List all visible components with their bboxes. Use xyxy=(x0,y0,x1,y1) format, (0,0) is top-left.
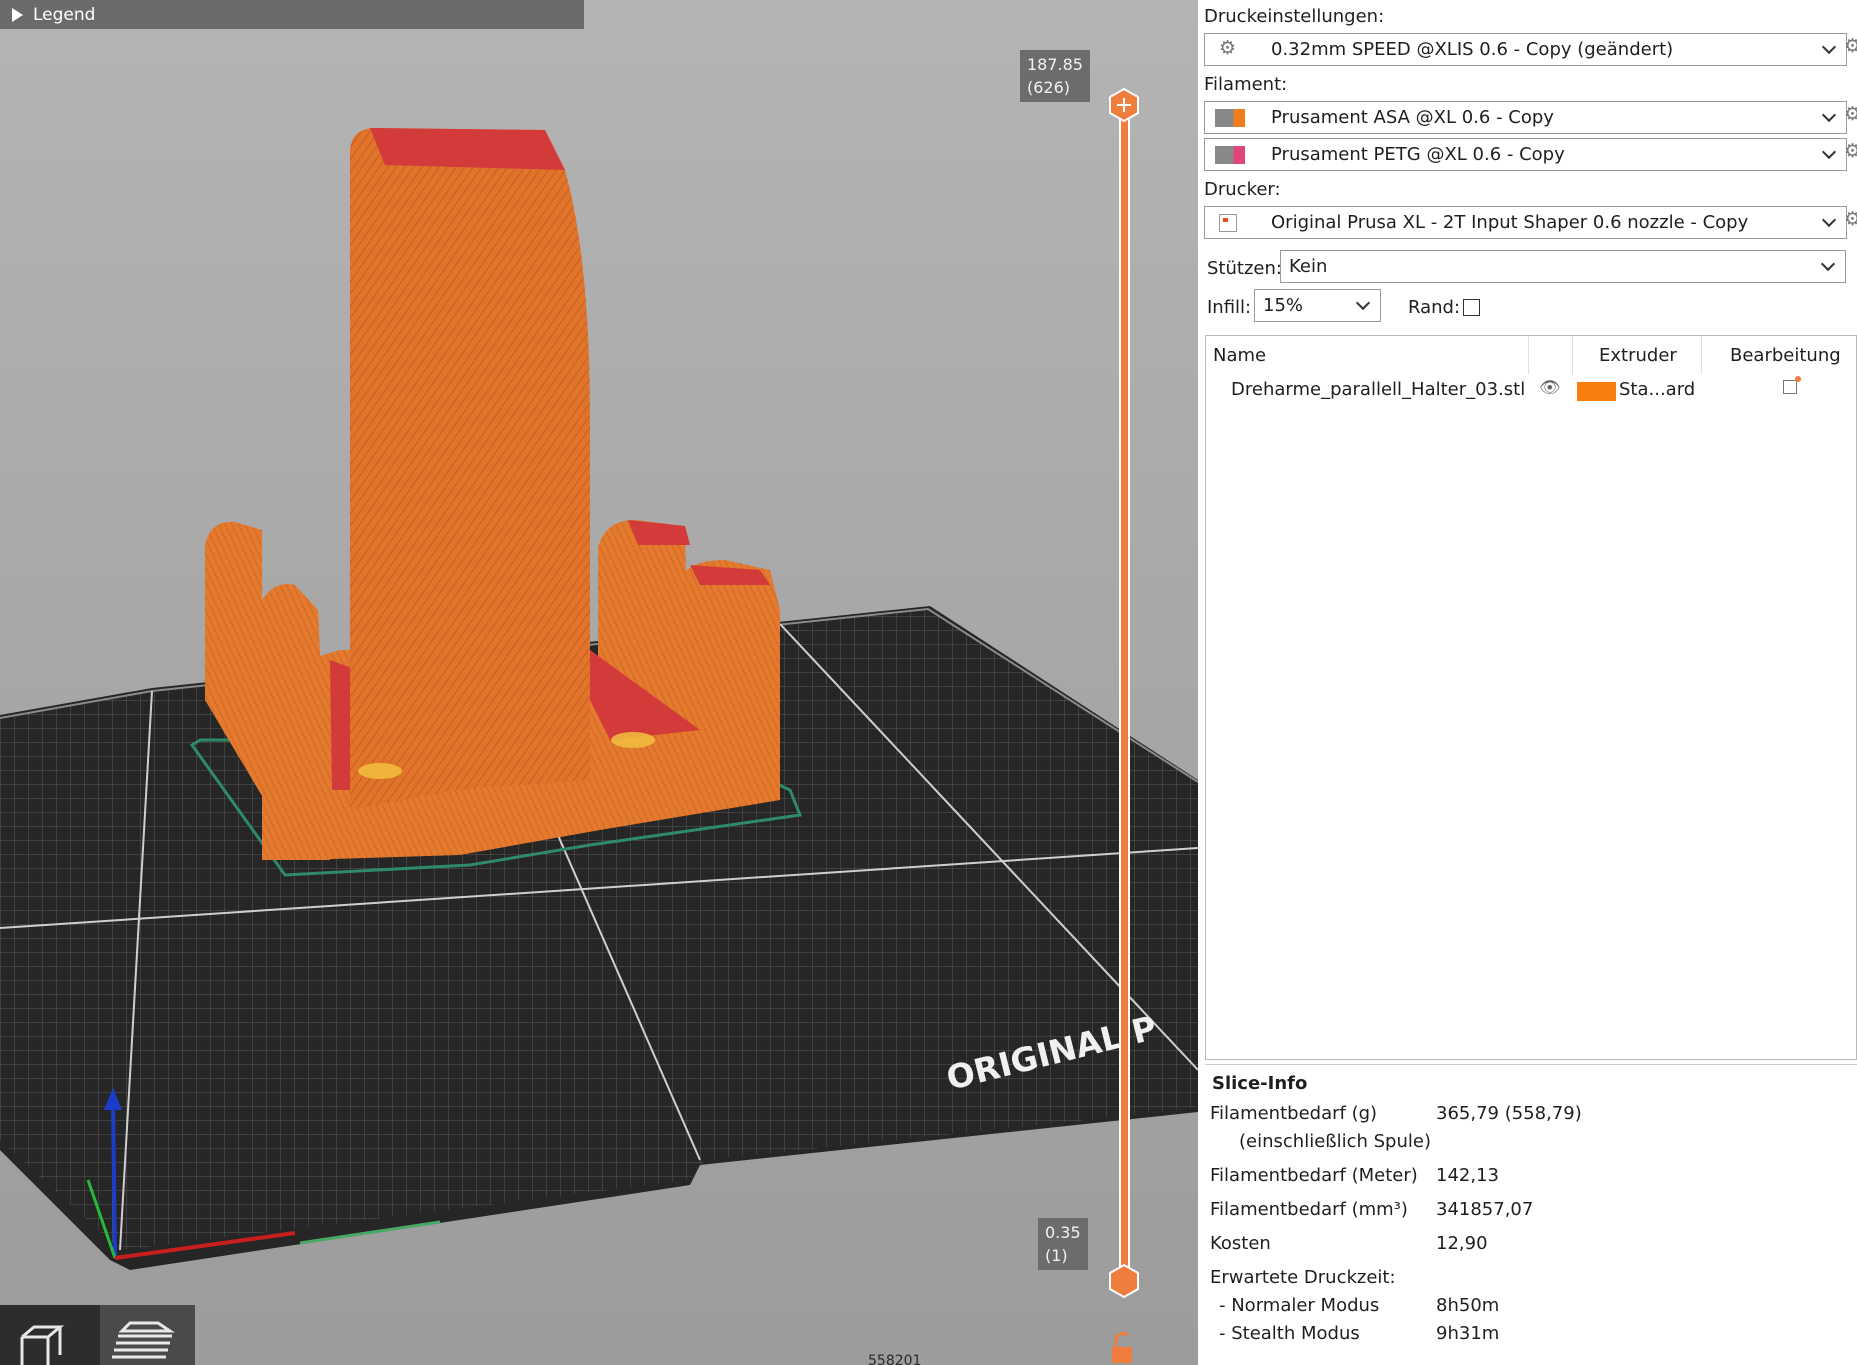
slider-bottom-tooltip: 0.35 (1) xyxy=(1038,1218,1088,1270)
filament-m-value: 142,13 xyxy=(1436,1165,1499,1186)
print-settings-label: Druckeinstellungen: xyxy=(1204,6,1385,27)
chevron-down-icon xyxy=(1821,39,1837,55)
eye-icon[interactable]: 👁 xyxy=(1539,378,1561,398)
slider-top-tooltip: 187.85 (626) xyxy=(1020,50,1090,102)
filament-mm3-label: Filamentbedarf (mm³) xyxy=(1210,1199,1408,1220)
cube-icon xyxy=(20,1325,65,1365)
view-toolbar xyxy=(0,1305,195,1365)
normal-mode-label: - Normaler Modus xyxy=(1219,1295,1380,1316)
slice-info-panel: Slice-Info Filamentbedarf (g) 365,79 (55… xyxy=(1205,1064,1857,1361)
filament-combo-1[interactable]: Prusament ASA @XL 0.6 - Copy xyxy=(1204,101,1847,134)
layers-icon xyxy=(112,1321,175,1359)
stealth-mode-value: 9h31m xyxy=(1436,1323,1500,1344)
col-name-header[interactable]: Name xyxy=(1213,345,1266,366)
chevron-down-icon xyxy=(1820,256,1836,272)
object-list[interactable]: Name Extruder Bearbeitung Dreharme_paral… xyxy=(1205,335,1857,1060)
right-sidebar: Druckeinstellungen: ⚙ 0.32mm SPEED @XLIS… xyxy=(1198,0,1857,1365)
gear-icon: ⚙ xyxy=(1219,37,1237,59)
extruder-swatch xyxy=(1577,382,1616,401)
chevron-down-icon xyxy=(1355,295,1371,311)
slider-bottom-value: 0.35 xyxy=(1045,1223,1081,1242)
filament-2-swatch xyxy=(1215,146,1245,164)
col-edit-header[interactable]: Bearbeitung xyxy=(1730,345,1841,366)
filament-label: Filament: xyxy=(1204,74,1288,95)
3d-viewport[interactable]: ORIGINAL P Legend 187.85 (626) 0.35 (1) … xyxy=(0,0,1198,1365)
filament-2-name: Prusament PETG @XL 0.6 - Copy xyxy=(1271,144,1565,165)
col-extruder-header[interactable]: Extruder xyxy=(1599,345,1677,366)
chevron-down-icon xyxy=(1821,107,1837,123)
filament-m-label: Filamentbedarf (Meter) xyxy=(1210,1165,1418,1186)
chevron-down-icon xyxy=(1821,212,1837,228)
cost-label: Kosten xyxy=(1210,1233,1271,1254)
filament-1-name: Prusament ASA @XL 0.6 - Copy xyxy=(1271,107,1554,128)
expand-triangle-icon xyxy=(12,7,23,22)
lock-icon[interactable] xyxy=(1112,1331,1132,1363)
settings-gear-icon[interactable]: ⚙ xyxy=(1844,35,1857,57)
slider-bottom-layer: (1) xyxy=(1045,1246,1068,1265)
stealth-mode-label: - Stealth Modus xyxy=(1219,1323,1360,1344)
filament-2-gear-icon[interactable]: ⚙ xyxy=(1844,140,1857,162)
printer-label: Drucker: xyxy=(1204,179,1281,200)
supports-value: Kein xyxy=(1289,256,1328,277)
print-settings-combo[interactable]: ⚙ 0.32mm SPEED @XLIS 0.6 - Copy (geänder… xyxy=(1204,33,1847,66)
legend-label: Legend xyxy=(33,4,96,25)
infill-value: 15% xyxy=(1263,295,1304,316)
printer-icon xyxy=(1219,214,1237,232)
chevron-down-icon xyxy=(1821,144,1837,160)
filament-1-swatch xyxy=(1215,109,1245,127)
3d-view-button[interactable] xyxy=(0,1305,100,1365)
object-name: Dreharme_parallell_Halter_03.stl xyxy=(1231,379,1526,400)
filament-g-sub: (einschließlich Spule) xyxy=(1239,1131,1431,1152)
slider-top-handle[interactable] xyxy=(1109,87,1139,123)
printer-value: Original Prusa XL - 2T Input Shaper 0.6 … xyxy=(1271,212,1749,233)
table-row[interactable]: Dreharme_parallell_Halter_03.stl 👁 Sta..… xyxy=(1206,374,1856,404)
infill-label: Infill: xyxy=(1207,297,1252,318)
slider-top-value: 187.85 xyxy=(1027,55,1083,74)
brim-label: Rand: xyxy=(1408,297,1461,318)
normal-mode-value: 8h50m xyxy=(1436,1295,1500,1316)
filament-combo-2[interactable]: Prusament PETG @XL 0.6 - Copy xyxy=(1204,138,1847,171)
filament-1-gear-icon[interactable]: ⚙ xyxy=(1844,103,1857,125)
infill-combo[interactable]: 15% xyxy=(1254,289,1381,322)
bottom-counter: 558201 xyxy=(868,1353,922,1365)
filament-mm3-value: 341857,07 xyxy=(1436,1199,1534,1220)
edit-icon[interactable] xyxy=(1783,376,1801,394)
filament-g-value: 365,79 (558,79) xyxy=(1436,1103,1582,1124)
printer-gear-icon[interactable]: ⚙ xyxy=(1844,208,1857,230)
sliced-model xyxy=(205,128,780,860)
supports-combo[interactable]: Kein xyxy=(1280,250,1846,283)
scene-canvas[interactable]: ORIGINAL P xyxy=(0,0,1198,1365)
slider-bottom-handle[interactable] xyxy=(1109,1263,1139,1299)
slider-top-layer: (626) xyxy=(1027,78,1071,97)
print-time-label: Erwartete Druckzeit: xyxy=(1210,1267,1396,1288)
supports-label: Stützen: xyxy=(1207,258,1282,279)
filament-g-label: Filamentbedarf (g) xyxy=(1210,1103,1378,1124)
slice-info-title: Slice-Info xyxy=(1212,1073,1308,1094)
print-settings-value: 0.32mm SPEED @XLIS 0.6 - Copy (geändert) xyxy=(1271,39,1674,60)
brim-checkbox[interactable] xyxy=(1463,299,1480,316)
preview-view-button[interactable] xyxy=(100,1305,195,1365)
printer-combo[interactable]: Original Prusa XL - 2T Input Shaper 0.6 … xyxy=(1204,206,1847,239)
legend-toggle[interactable]: Legend xyxy=(0,0,584,29)
extruder-value[interactable]: Sta...ard xyxy=(1619,379,1695,400)
cost-value: 12,90 xyxy=(1436,1233,1488,1254)
